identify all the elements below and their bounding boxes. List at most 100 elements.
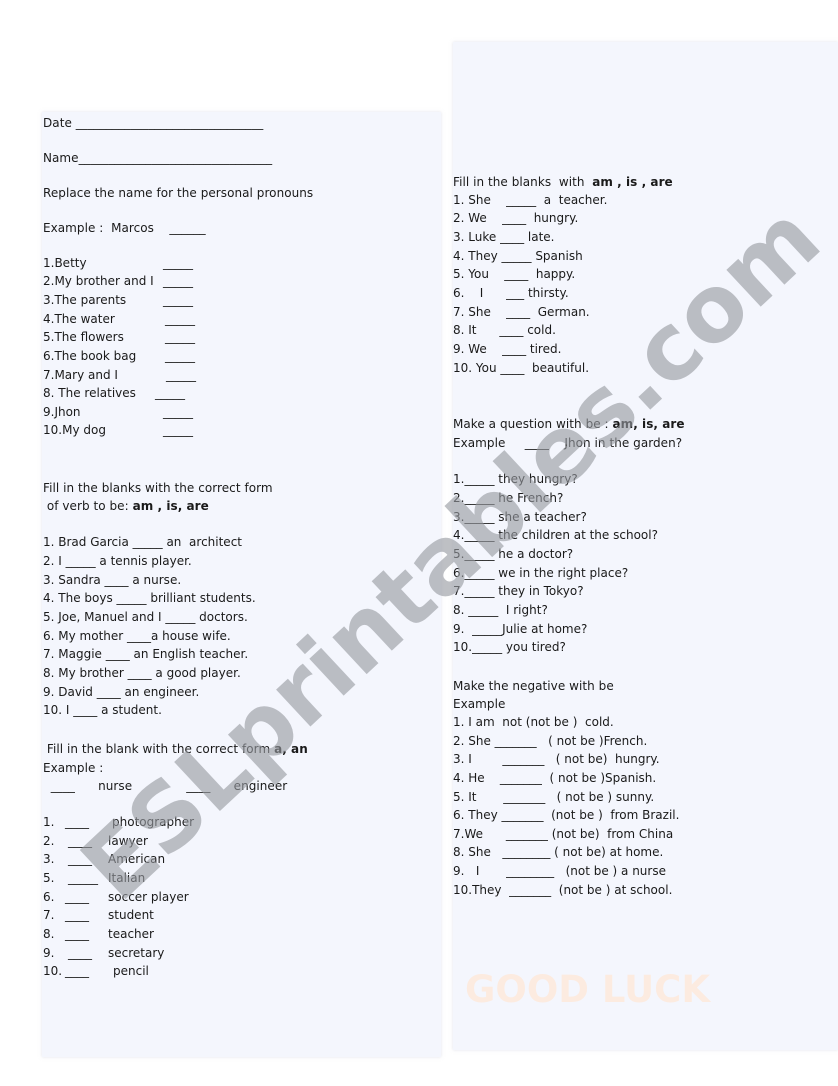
good-luck-text: GOOD LUCK xyxy=(465,968,710,1011)
answer-blank: _____ xyxy=(166,368,196,382)
list-item: 2._____ he French? xyxy=(453,491,564,505)
list-item: 9. _____Julie at home? xyxy=(453,622,588,636)
list-item: 2. She _______ ( not be )French. xyxy=(453,734,648,748)
list-item: 9.Jhon xyxy=(43,405,81,419)
section-title-negative: Make the negative with be xyxy=(453,679,614,693)
list-item: 3._____ she a teacher? xyxy=(453,510,587,524)
item-number: 3. xyxy=(43,852,55,866)
list-item: student xyxy=(108,908,154,922)
list-item: 3. Luke ____ late. xyxy=(453,230,555,244)
list-item: 6. I ___ thirsty. xyxy=(453,286,569,300)
item-number: 10. xyxy=(43,964,63,978)
list-item: 10. I ____ a student. xyxy=(43,703,162,717)
list-item: 1._____ they hungry? xyxy=(453,472,578,486)
list-item: 7.Mary and I xyxy=(43,368,118,382)
list-item: 6._____ we in the right place? xyxy=(453,566,629,580)
articles-example: ____ nurse ____ engineer xyxy=(43,779,288,793)
answer-blank: _____ xyxy=(163,274,193,288)
section-title-verb-to-be: Fill in the blanks with the correct form xyxy=(43,481,273,495)
list-item: 4. He _______ ( not be )Spanish. xyxy=(453,771,657,785)
list-item: 8. My brother ____ a good player. xyxy=(43,666,241,680)
articles-example-label: Example : xyxy=(43,761,104,775)
item-number: 7. xyxy=(43,908,55,922)
list-item: 7.We _______ (not be) from China xyxy=(453,827,674,841)
list-item: American xyxy=(108,852,166,866)
list-item: Italian xyxy=(108,871,146,885)
list-item: soccer player xyxy=(108,890,189,904)
answer-blank: _____ xyxy=(163,423,193,437)
answer-blank: _____ xyxy=(163,293,193,307)
answer-blank: ____ xyxy=(68,946,92,960)
list-item: lawyer xyxy=(108,834,148,848)
list-item: 10.My dog xyxy=(43,423,106,437)
list-item: 4. The boys _____ brilliant students. xyxy=(43,591,256,605)
list-item: 4. They _____ Spanish xyxy=(453,249,583,263)
answer-blank: ____ xyxy=(65,927,89,941)
answer-blank: _____ xyxy=(68,871,98,885)
list-item: 5. You ____ happy. xyxy=(453,267,576,281)
answer-blank: _____ xyxy=(165,330,195,344)
answer-blank: _____ xyxy=(163,405,193,419)
answer-blank: ____ xyxy=(65,815,89,829)
list-item: 2. We ____ hungry. xyxy=(453,211,579,225)
list-item: 10.They _______ (not be ) at school. xyxy=(453,883,673,897)
negative-example-label: Example xyxy=(453,697,506,711)
title-bold: a, an xyxy=(274,742,308,756)
answer-blank: ____ xyxy=(65,908,89,922)
list-item: 8. It ____ cold. xyxy=(453,323,556,337)
list-item: 10._____ you tired? xyxy=(453,640,566,654)
list-item: 4._____ the children at the school? xyxy=(453,528,658,542)
list-item: 3. Sandra ____ a nurse. xyxy=(43,573,182,587)
section-title-am-is-are: Fill in the blanks with am , is , are xyxy=(453,173,673,192)
list-item: 2. I _____ a tennis player. xyxy=(43,554,192,568)
list-item: 1. She _____ a teacher. xyxy=(453,193,608,207)
answer-blank: ____ xyxy=(65,964,89,978)
title-bold: am, is, are xyxy=(612,417,685,431)
list-item: 1. I am not (not be ) cold. xyxy=(453,715,614,729)
list-item: teacher xyxy=(108,927,154,941)
answer-blank: ____ xyxy=(65,890,89,904)
list-item: 4.The water xyxy=(43,312,115,326)
list-item: 7._____ they in Tokyo? xyxy=(453,584,584,598)
list-item: 8. She ________ ( not be) at home. xyxy=(453,845,664,859)
list-item: 9. I ________ (not be ) a nurse xyxy=(453,864,666,878)
list-item: 6. My mother ____a house wife. xyxy=(43,629,231,643)
list-item: 2.My brother and I xyxy=(43,274,154,288)
item-number: 2. xyxy=(43,834,55,848)
subtitle-bold: am , is, are xyxy=(132,499,209,513)
answer-blank: _____ xyxy=(165,312,195,326)
pronouns-example: Example : Marcos ______ xyxy=(43,221,206,235)
list-item: 10. You ____ beautiful. xyxy=(453,361,590,375)
item-number: 5. xyxy=(43,871,55,885)
list-item: pencil xyxy=(113,964,149,978)
list-item: 3. I _______ ( not be) hungry. xyxy=(453,752,660,766)
list-item: 6. They _______ (not be ) from Brazil. xyxy=(453,808,680,822)
title-text: Fill in the blank with the correct form xyxy=(43,742,275,756)
list-item: 1. Brad Garcia _____ an architect xyxy=(43,535,242,549)
answer-blank: _____ xyxy=(163,256,193,270)
name-field: Name________________________________ xyxy=(43,151,273,165)
list-item: 5. It _______ ( not be ) sunny. xyxy=(453,790,655,804)
questions-example: Example ____ Jhon in the garden? xyxy=(453,436,683,450)
list-item: 8. The relatives xyxy=(43,386,136,400)
answer-blank: _____ xyxy=(155,386,185,400)
answer-blank: ____ xyxy=(68,834,92,848)
section-title-articles: Fill in the blank with the correct form … xyxy=(43,740,308,759)
list-item: 7. She ____ German. xyxy=(453,305,590,319)
item-number: 8. xyxy=(43,927,55,941)
item-number: 9. xyxy=(43,946,55,960)
answer-blank: _____ xyxy=(165,349,195,363)
list-item: 5.The flowers xyxy=(43,330,124,344)
date-field: Date _______________________________ xyxy=(43,116,264,130)
list-item: 8. _____ I right? xyxy=(453,603,548,617)
section-title-questions: Make a question with be : am, is, are xyxy=(453,415,685,434)
list-item: photographer xyxy=(112,815,195,829)
section-subtitle-verb-to-be: of verb to be: am , is, are xyxy=(43,497,209,516)
list-item: 5._____ he a doctor? xyxy=(453,547,574,561)
title-text: Make a question with be : xyxy=(453,417,613,431)
answer-blank: ____ xyxy=(68,852,92,866)
section-title-pronouns: Replace the name for the personal pronou… xyxy=(43,186,314,200)
list-item: 9. David ____ an engineer. xyxy=(43,685,200,699)
list-item: 9. We ____ tired. xyxy=(453,342,562,356)
list-item: secretary xyxy=(108,946,165,960)
